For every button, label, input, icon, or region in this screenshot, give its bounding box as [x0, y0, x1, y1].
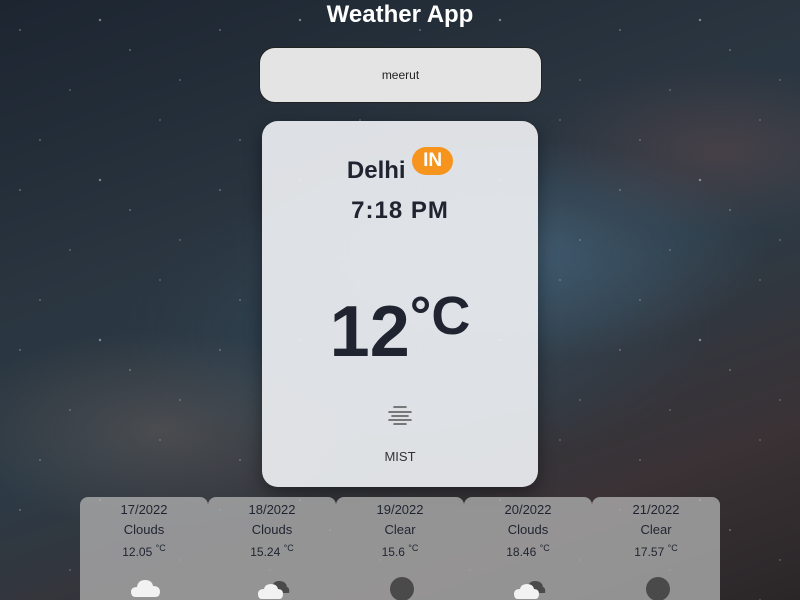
- forecast-date: 20/2022: [504, 502, 552, 517]
- temperature-display: 12°C: [262, 286, 538, 373]
- forecast-temperature: 17.57 °C: [592, 543, 720, 559]
- temperature-unit: °C: [409, 286, 471, 346]
- forecast-temperature: 15.24 °C: [208, 543, 336, 559]
- broken-clouds-icon: [514, 581, 546, 599]
- forecast-row: 17/2022 Clouds 12.05 °C 18/2022 Clouds 1…: [80, 497, 720, 600]
- current-weather-card: Delhi IN 7:18 PM 12°C MIST: [262, 121, 538, 487]
- forecast-temp-unit: °C: [155, 543, 166, 553]
- weather-description: MIST: [384, 449, 416, 464]
- forecast-temp-unit: °C: [408, 543, 419, 553]
- forecast-temp-value: 15.24: [250, 545, 281, 559]
- forecast-card: 18/2022 Clouds 15.24 °C: [208, 497, 336, 600]
- forecast-condition: Clear: [384, 522, 416, 537]
- forecast-date: 19/2022: [376, 502, 424, 517]
- forecast-temp-unit: °C: [539, 543, 550, 553]
- forecast-card: 17/2022 Clouds 12.05 °C: [80, 497, 208, 600]
- cloud-icon: [131, 580, 160, 597]
- forecast-condition: Clouds: [251, 522, 293, 537]
- forecast-condition: Clouds: [507, 522, 549, 537]
- location-row: Delhi IN: [262, 147, 538, 185]
- app-title: Weather App: [326, 1, 474, 28]
- forecast-date: 17/2022: [120, 502, 168, 517]
- forecast-card: 21/2022 Clear 17.57 °C: [592, 497, 720, 600]
- forecast-temp-unit: °C: [283, 543, 294, 553]
- moon-icon: [646, 577, 670, 600]
- forecast-temperature: 18.46 °C: [464, 543, 592, 559]
- forecast-temperature: 15.6 °C: [336, 543, 464, 559]
- forecast-card: 20/2022 Clouds 18.46 °C: [464, 497, 592, 600]
- mist-icon: [388, 406, 412, 425]
- forecast-temp-value: 18.46: [506, 545, 537, 559]
- broken-clouds-icon: [258, 581, 290, 599]
- local-time: 7:18 PM: [351, 197, 449, 224]
- forecast-temp-value: 12.05: [122, 545, 153, 559]
- forecast-date: 21/2022: [632, 502, 680, 517]
- city-name: Delhi: [346, 157, 406, 184]
- forecast-temp-value: 15.6: [381, 545, 405, 559]
- temperature-value: 12: [329, 292, 410, 372]
- forecast-temperature: 12.05 °C: [80, 543, 208, 559]
- country-badge: IN: [412, 147, 454, 175]
- forecast-condition: Clear: [640, 522, 672, 537]
- forecast-date: 18/2022: [248, 502, 296, 517]
- forecast-card: 19/2022 Clear 15.6 °C: [336, 497, 464, 600]
- forecast-temp-unit: °C: [667, 543, 678, 553]
- city-search-input[interactable]: [259, 47, 542, 103]
- moon-icon: [390, 577, 414, 600]
- forecast-condition: Clouds: [123, 522, 165, 537]
- forecast-temp-value: 17.57: [634, 545, 665, 559]
